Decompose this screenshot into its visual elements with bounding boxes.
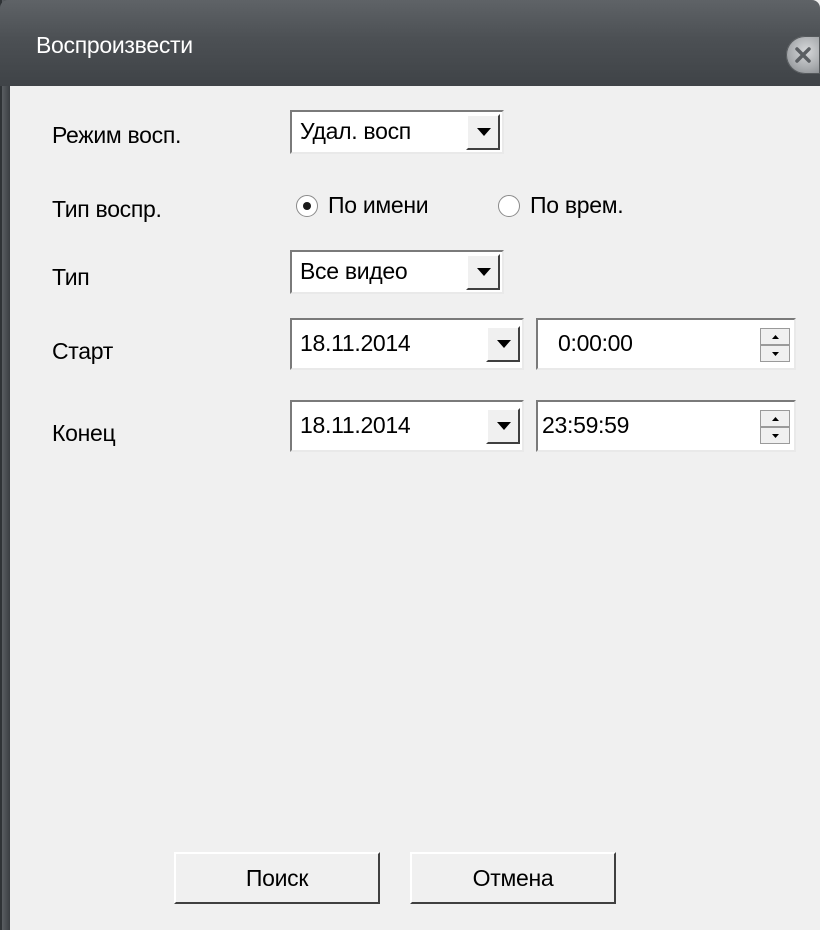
spin-down-icon bbox=[772, 352, 779, 356]
end-time-up-button[interactable] bbox=[760, 410, 790, 427]
end-time-down-button[interactable] bbox=[760, 427, 790, 444]
type-dropdown-button[interactable] bbox=[466, 254, 500, 290]
start-time-down-button[interactable] bbox=[760, 345, 790, 362]
start-time-up-button[interactable] bbox=[760, 328, 790, 345]
end-date-dropdown-button[interactable] bbox=[486, 408, 520, 444]
radio-selected-dot bbox=[303, 202, 311, 210]
type-select-value: Все видео bbox=[300, 258, 408, 284]
end-time-field[interactable]: 23:59:59 bbox=[536, 400, 796, 452]
radio-by-name-circle[interactable] bbox=[296, 195, 318, 217]
start-label: Старт bbox=[52, 338, 113, 364]
radio-by-name[interactable]: По имени bbox=[296, 192, 486, 222]
chevron-down-icon bbox=[497, 340, 511, 348]
title-bar[interactable]: Воспроизвести bbox=[0, 0, 820, 86]
dialog-client-area: Режим восп. Удал. восп Тип воспр. По име… bbox=[10, 86, 820, 930]
end-date-picker[interactable]: 18.11.2014 bbox=[290, 400, 524, 452]
mode-label: Режим восп. bbox=[52, 122, 182, 148]
chevron-down-icon bbox=[497, 422, 511, 430]
mode-dropdown-button[interactable] bbox=[466, 114, 500, 150]
end-label: Конец bbox=[52, 420, 116, 446]
chevron-down-icon bbox=[477, 268, 491, 276]
close-button[interactable] bbox=[786, 36, 820, 74]
start-date-value: 18.11.2014 bbox=[300, 330, 411, 356]
mode-select-value: Удал. восп bbox=[300, 118, 411, 144]
end-date-value: 18.11.2014 bbox=[300, 412, 411, 438]
playback-dialog: Воспроизвести Режим восп. Удал. восп Тип… bbox=[0, 0, 820, 930]
close-icon bbox=[795, 47, 811, 63]
start-time-value: 0:00:00 bbox=[558, 330, 633, 356]
radio-by-time-label: По врем. bbox=[530, 192, 624, 218]
search-button[interactable]: Поиск bbox=[174, 852, 380, 904]
start-date-picker[interactable]: 18.11.2014 bbox=[290, 318, 524, 370]
end-time-value: 23:59:59 bbox=[542, 412, 630, 438]
playback-type-label: Тип воспр. bbox=[52, 196, 162, 222]
cancel-button[interactable]: Отмена bbox=[410, 852, 616, 904]
type-select[interactable]: Все видео bbox=[290, 250, 504, 294]
chevron-down-icon bbox=[477, 128, 491, 136]
spin-down-icon bbox=[772, 434, 779, 438]
spin-up-icon bbox=[772, 335, 779, 339]
start-time-field[interactable]: 0:00:00 bbox=[536, 318, 796, 370]
radio-by-time[interactable]: По врем. bbox=[498, 192, 698, 222]
start-time-spinner[interactable] bbox=[760, 328, 790, 362]
spin-up-icon bbox=[772, 417, 779, 421]
end-time-spinner[interactable] bbox=[760, 410, 790, 444]
mode-select[interactable]: Удал. восп bbox=[290, 110, 504, 154]
type-label: Тип bbox=[52, 264, 90, 290]
window-title: Воспроизвести bbox=[36, 32, 193, 58]
radio-by-time-circle[interactable] bbox=[498, 195, 520, 217]
radio-by-name-label: По имени bbox=[328, 192, 429, 218]
start-date-dropdown-button[interactable] bbox=[486, 326, 520, 362]
